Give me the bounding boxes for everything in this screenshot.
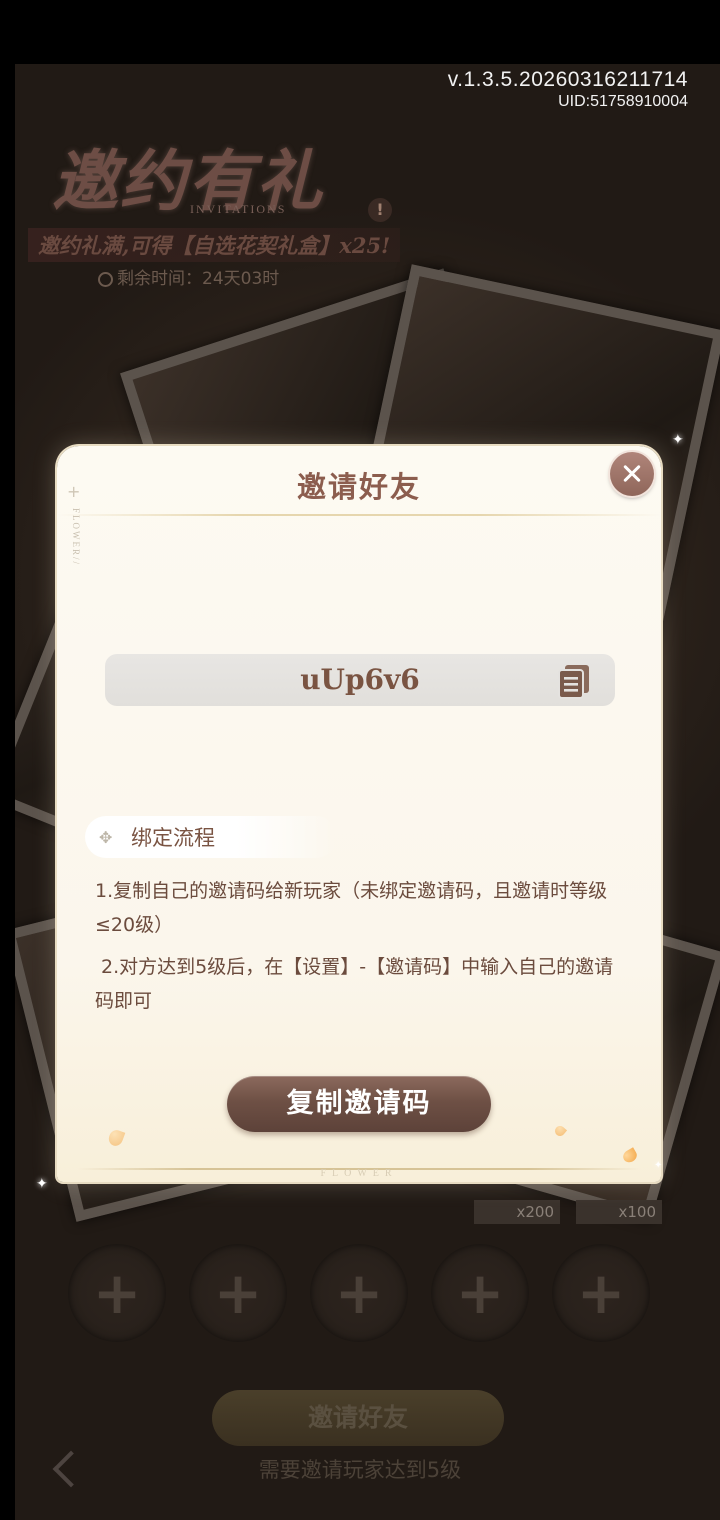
plus-icon: + [334, 1259, 384, 1327]
invite-code-field: uUp6v6 [105, 654, 615, 706]
reward-count: x200 [474, 1200, 560, 1224]
section-title: 绑定流程 [131, 826, 215, 850]
step-text: 1.复制自己的邀请码给新玩家（未绑定邀请码，且邀请时等级≤20级） [95, 880, 608, 936]
invite-slot[interactable]: + [431, 1244, 529, 1342]
petal-decor [620, 1147, 640, 1165]
copy-icon[interactable] [555, 662, 593, 700]
petal-decor [106, 1128, 126, 1148]
invite-slot[interactable]: + [310, 1244, 408, 1342]
version-label: v.1.3.5.20260316211714 [447, 68, 688, 91]
sparkle-icon: ✦ [672, 432, 684, 448]
petal-decor [552, 1123, 568, 1139]
version-info: v.1.3.5.20260316211714 UID:51758910004 [448, 68, 688, 112]
flower-bottom-decor: FLOWER [320, 1168, 398, 1179]
binding-steps: 1.复制自己的邀请码给新玩家（未绑定邀请码，且邀请时等级≤20级） 2.对方达到… [95, 874, 625, 1026]
step-text: 2.对方达到5级后，在【设置】-【邀请码】中输入自己的邀请码即可 [95, 956, 614, 1012]
timer-text: 剩余时间：24天03时 [117, 269, 280, 289]
sparkle-icon: ✥ [99, 828, 113, 847]
invite-slot[interactable]: + [68, 1244, 166, 1342]
invite-friends-dialog: + FLOWER// 邀请好友 uUp6v6 ✥ 绑定流程 1.复制自己的邀请码… [57, 446, 661, 1182]
event-timer: 剩余时间：24天03时 [98, 264, 279, 289]
invite-requirement-hint: 需要邀请玩家达到5级 [258, 1458, 462, 1482]
invite-slot[interactable]: + [552, 1244, 650, 1342]
flower-side-decor: FLOWER// [71, 508, 81, 566]
plus-icon: + [455, 1259, 505, 1327]
game-screen: v.1.3.5.20260316211714 UID:51758910004 邀… [0, 0, 720, 1520]
dialog-title: 邀请好友 [296, 470, 421, 504]
copy-invite-code-button[interactable]: 复制邀请码 [227, 1076, 491, 1132]
event-reward-banner: 邀约礼满,可得【自选花契礼盒】x25! [28, 228, 401, 262]
plus-icon: + [92, 1259, 142, 1327]
invite-friends-button[interactable]: 邀请好友 [212, 1390, 504, 1446]
reward-count: x100 [576, 1200, 662, 1224]
binding-process-header: ✥ 绑定流程 [85, 816, 337, 858]
info-icon[interactable]: ! [368, 198, 392, 222]
plus-icon: + [213, 1259, 263, 1327]
plus-icon: + [576, 1259, 626, 1327]
close-dialog-button[interactable] [610, 452, 654, 496]
sparkle-icon: ✦ [36, 1176, 48, 1192]
invite-code-value: uUp6v6 [300, 663, 420, 696]
event-title-sub: INVITATIONS [190, 202, 287, 216]
clock-icon [98, 272, 113, 287]
invite-slot[interactable]: + [189, 1244, 287, 1342]
sparkle-icon: ✦ [654, 1160, 663, 1171]
uid-label: UID:51758910004 [558, 93, 688, 110]
title-divider [57, 514, 661, 516]
